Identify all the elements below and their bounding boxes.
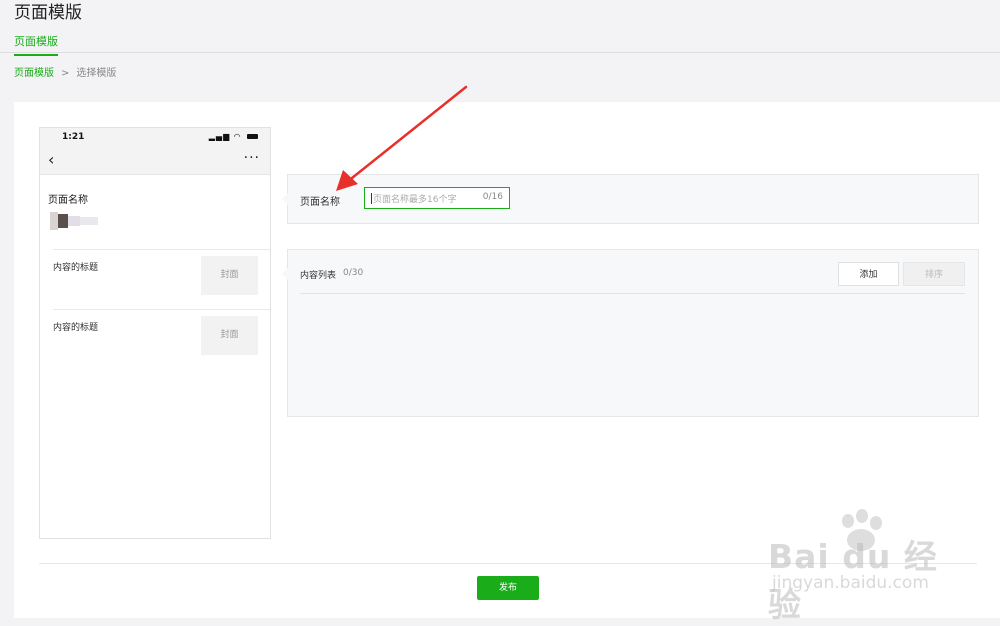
watermark: Bai du 经验 jingyan.baidu.com [760,507,960,624]
watermark-url: jingyan.baidu.com [772,573,929,593]
